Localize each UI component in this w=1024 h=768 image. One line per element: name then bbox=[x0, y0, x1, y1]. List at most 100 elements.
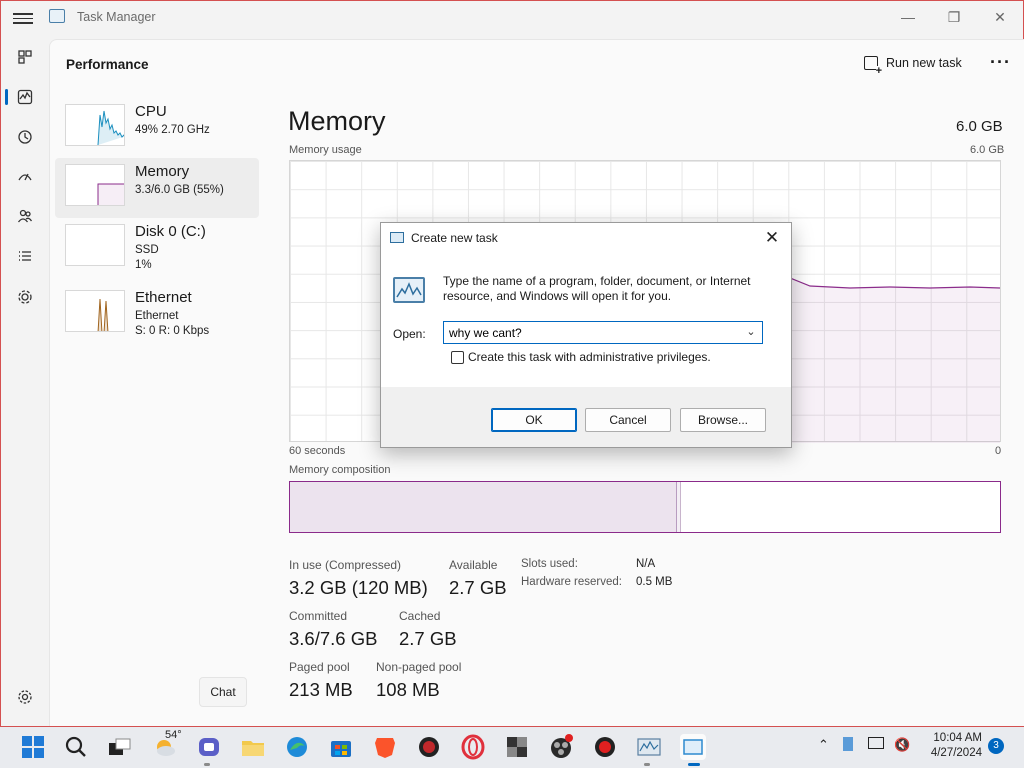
users-nav-icon[interactable] bbox=[13, 204, 37, 228]
clock-time: 10:04 AM bbox=[933, 732, 982, 744]
open-label: Open: bbox=[393, 327, 426, 341]
maximize-button[interactable]: ❐ bbox=[939, 7, 969, 27]
in-use-value: 3.2 GB (120 MB) bbox=[289, 577, 428, 598]
checkbox-box[interactable] bbox=[451, 350, 464, 364]
memory-composition-bar bbox=[289, 481, 1001, 533]
running-indicator bbox=[644, 763, 650, 766]
checker-app-icon[interactable] bbox=[504, 734, 530, 760]
perf-item-cpu-name: CPU bbox=[135, 103, 167, 120]
create-new-task-dialog: Create new task ✕ Type the name of a pro… bbox=[380, 222, 792, 448]
graph-x-left-label: 60 seconds bbox=[289, 445, 346, 457]
hardware-reserved-value: 0.5 MB bbox=[636, 576, 673, 588]
active-indicator bbox=[688, 763, 700, 766]
ok-button[interactable]: OK bbox=[491, 408, 577, 432]
memory-total: 6.0 GB bbox=[956, 118, 1003, 135]
task-manager-taskbar-icon[interactable] bbox=[636, 734, 662, 760]
tray-app-icon[interactable] bbox=[843, 737, 853, 751]
cancel-button[interactable]: Cancel bbox=[585, 408, 671, 432]
active-window-icon[interactable] bbox=[680, 734, 706, 760]
committed-label: Committed bbox=[289, 609, 348, 623]
run-new-task-label: Run new task bbox=[886, 56, 962, 70]
notification-badge[interactable]: 3 bbox=[988, 738, 1004, 754]
perf-item-ethernet-name: Ethernet bbox=[135, 289, 192, 306]
settings-gear-icon[interactable] bbox=[13, 685, 37, 709]
dialog-close-icon[interactable]: ✕ bbox=[761, 227, 783, 249]
file-explorer-icon[interactable] bbox=[240, 734, 266, 760]
dialog-body: Type the name of a program, folder, docu… bbox=[381, 253, 791, 387]
memory-usage-max: 6.0 GB bbox=[970, 144, 1005, 156]
teams-chat-icon[interactable] bbox=[196, 734, 222, 760]
network-icon[interactable] bbox=[868, 737, 884, 749]
ethernet-thumbnail-graph bbox=[65, 290, 125, 332]
perf-item-ethernet-stat: S: 0 R: 0 Kbps bbox=[135, 325, 210, 337]
weather-temperature: 54° bbox=[165, 729, 182, 741]
app-red-circle-icon[interactable] bbox=[416, 734, 442, 760]
perf-item-disk-type: SSD bbox=[135, 244, 159, 256]
close-button[interactable]: ✕ bbox=[985, 7, 1015, 27]
cpu-thumbnail-graph bbox=[65, 104, 125, 146]
task-view-icon[interactable] bbox=[106, 734, 132, 760]
chevron-down-icon[interactable]: ⌄ bbox=[744, 324, 758, 341]
disk-thumbnail-graph bbox=[65, 224, 125, 266]
slots-used-value: N/A bbox=[636, 558, 656, 570]
services-nav-icon[interactable] bbox=[13, 285, 37, 309]
chevron-up-icon[interactable]: ⌃ bbox=[818, 737, 829, 753]
available-value: 2.7 GB bbox=[449, 577, 507, 598]
start-windows-icon[interactable] bbox=[20, 734, 46, 760]
admin-privileges-checkbox[interactable]: Create this task with administrative pri… bbox=[451, 350, 711, 364]
volume-muted-icon[interactable]: 🔇 bbox=[894, 737, 910, 753]
davinci-resolve-icon[interactable] bbox=[548, 734, 574, 760]
run-program-icon bbox=[393, 277, 425, 303]
task-manager-app-icon bbox=[49, 9, 65, 23]
clock-date: 4/27/2024 bbox=[930, 747, 982, 759]
perf-item-memory-stat: 3.3/6.0 GB (55%) bbox=[135, 184, 224, 196]
page-title: Performance bbox=[66, 57, 149, 72]
cached-label: Cached bbox=[399, 609, 441, 623]
perf-item-disk-name: Disk 0 (C:) bbox=[135, 223, 206, 240]
minimize-button[interactable]: — bbox=[893, 7, 923, 27]
opera-browser-icon[interactable] bbox=[460, 734, 486, 760]
title-bar: Task Manager — ❐ ✕ bbox=[1, 1, 1023, 37]
open-input[interactable] bbox=[444, 322, 740, 343]
dialog-title: Create new task bbox=[411, 231, 498, 245]
perf-item-memory-name: Memory bbox=[135, 163, 190, 180]
committed-value: 3.6/7.6 GB bbox=[289, 628, 378, 649]
dialog-app-icon bbox=[390, 232, 404, 243]
microsoft-store-icon[interactable] bbox=[328, 734, 354, 760]
performance-nav-icon[interactable] bbox=[13, 85, 37, 109]
search-icon[interactable] bbox=[63, 734, 89, 760]
chat-tooltip: Chat bbox=[199, 677, 247, 707]
perf-item-cpu[interactable]: CPU 49% 2.70 GHz bbox=[55, 98, 259, 158]
app-history-nav-icon[interactable] bbox=[13, 125, 37, 149]
slots-used-label: Slots used: bbox=[521, 558, 578, 570]
brave-browser-icon[interactable] bbox=[372, 734, 398, 760]
details-nav-icon[interactable] bbox=[13, 244, 37, 268]
startup-apps-nav-icon[interactable] bbox=[13, 164, 37, 188]
hamburger-menu-icon[interactable] bbox=[13, 10, 33, 26]
running-indicator bbox=[204, 763, 210, 766]
memory-composition-modified bbox=[676, 482, 681, 532]
perf-item-ethernet[interactable]: Ethernet Ethernet S: 0 R: 0 Kbps bbox=[55, 284, 259, 344]
in-use-label: In use (Compressed) bbox=[289, 558, 402, 572]
memory-heading: Memory bbox=[288, 106, 386, 136]
window-title: Task Manager bbox=[77, 10, 156, 24]
run-new-task-button[interactable]: Run new task bbox=[864, 56, 962, 76]
clock[interactable]: 10:04 AM 4/27/2024 bbox=[920, 731, 982, 761]
cached-value: 2.7 GB bbox=[399, 628, 457, 649]
perf-item-ethernet-adapter: Ethernet bbox=[135, 310, 179, 322]
processes-nav-icon[interactable] bbox=[13, 45, 37, 69]
more-options-icon[interactable]: ··· bbox=[990, 52, 1011, 73]
obs-record-icon[interactable] bbox=[592, 734, 618, 760]
hardware-reserved-label: Hardware reserved: bbox=[521, 576, 622, 588]
edge-browser-icon[interactable] bbox=[284, 734, 310, 760]
memory-usage-label: Memory usage bbox=[289, 144, 362, 156]
perf-item-disk[interactable]: Disk 0 (C:) SSD 1% bbox=[55, 218, 259, 278]
graph-x-right-label: 0 bbox=[995, 445, 1002, 457]
open-combobox[interactable]: ⌄ bbox=[443, 321, 763, 344]
paged-pool-label: Paged pool bbox=[289, 660, 350, 674]
non-paged-pool-value: 108 MB bbox=[376, 679, 440, 700]
perf-item-memory[interactable]: Memory 3.3/6.0 GB (55%) bbox=[55, 158, 259, 218]
perf-item-cpu-stat: 49% 2.70 GHz bbox=[135, 124, 210, 136]
nav-active-indicator bbox=[5, 89, 8, 105]
browse-button[interactable]: Browse... bbox=[680, 408, 766, 432]
